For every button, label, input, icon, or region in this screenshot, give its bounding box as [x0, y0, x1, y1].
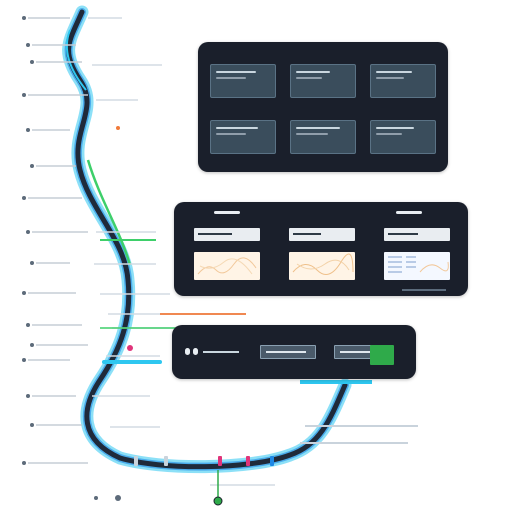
station-marker-icon: [30, 423, 34, 427]
route-end-pin-icon: [213, 496, 223, 506]
metric-card-5[interactable]: [290, 120, 356, 154]
preview-header-2[interactable]: [289, 228, 355, 241]
preview-grid-3: [388, 256, 449, 273]
control-dot-icon-2: [193, 348, 198, 355]
metric-card-4[interactable]: [210, 120, 276, 154]
station-marker-icon: [26, 323, 30, 327]
preview-footer-text: [402, 289, 446, 291]
preview-thumbnail-1[interactable]: [194, 252, 260, 280]
station-marker-icon: [30, 261, 34, 265]
station-marker-icon: [30, 343, 34, 347]
station-marker-icon: [26, 230, 30, 234]
station-marker-icon: [22, 291, 26, 295]
diagram-canvas: [0, 0, 512, 512]
route-start-dot-icon: [115, 495, 121, 501]
station-marker-icon: [30, 164, 34, 168]
panel-metrics: [198, 42, 448, 172]
station-marker-icon: [22, 16, 26, 20]
preview-sketch-2: [292, 253, 354, 275]
station-marker-icon: [26, 128, 30, 132]
accent-bar-cyan: [102, 360, 162, 364]
preview-header-1[interactable]: [194, 228, 260, 241]
station-marker-icon: [22, 461, 26, 465]
control-label-line: [203, 351, 239, 353]
route-tick: [164, 456, 168, 466]
preview-tab-indicator-1: [214, 211, 240, 214]
control-input-1[interactable]: [260, 345, 316, 359]
preview-thumbnail-2[interactable]: [289, 252, 355, 280]
station-marker-icon: [26, 394, 30, 398]
station-marker-icon: [22, 196, 26, 200]
metric-card-6[interactable]: [370, 120, 436, 154]
route-start-dot-icon: [94, 496, 98, 500]
panel-controls: [172, 325, 416, 379]
control-dot-icon-1: [185, 348, 190, 355]
station-marker-icon: [22, 358, 26, 362]
metric-card-1[interactable]: [210, 64, 276, 98]
route-tick: [134, 456, 138, 466]
route-tick: [270, 456, 274, 466]
preview-sketch-1: [197, 257, 257, 275]
panel-previews: [174, 202, 468, 296]
control-status-swatch[interactable]: [370, 345, 394, 365]
route-node-icon: [127, 345, 133, 351]
metric-card-2[interactable]: [290, 64, 356, 98]
station-marker-icon: [30, 60, 34, 64]
preview-header-3[interactable]: [384, 228, 450, 241]
route-node-icon: [116, 126, 120, 130]
preview-tab-indicator-2: [396, 211, 422, 214]
station-marker-icon: [26, 43, 30, 47]
route-tick: [246, 456, 250, 466]
metric-card-3[interactable]: [370, 64, 436, 98]
route-tick: [218, 456, 222, 466]
station-marker-icon: [22, 93, 26, 97]
preview-thumbnail-3[interactable]: [384, 252, 450, 280]
